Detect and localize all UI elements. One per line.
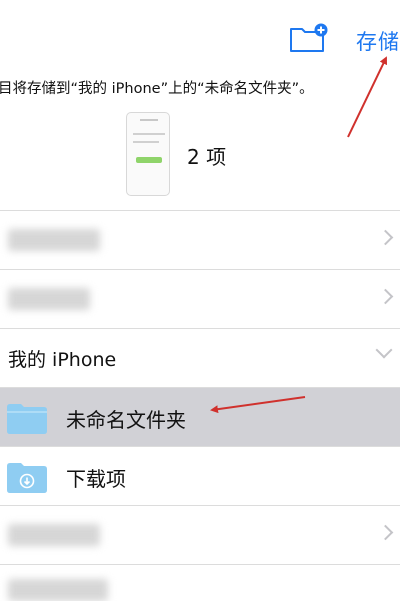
downloads-folder-icon	[7, 463, 47, 493]
chevron-right-icon	[377, 524, 394, 541]
location-row-blurred-3[interactable]	[0, 506, 400, 564]
folder-label: 未命名文件夹	[66, 408, 186, 432]
folder-row-downloads[interactable]: 下载项	[0, 447, 400, 505]
save-header: 存储 目将存储到“我的 iPhone”上的“未命名文件夹”。 2 项	[0, 0, 400, 210]
chevron-right-icon	[377, 288, 394, 305]
location-row-blurred-1[interactable]	[0, 211, 400, 269]
chevron-down-icon	[375, 341, 393, 359]
blurred-label	[8, 288, 90, 310]
location-row-my-iphone[interactable]: 我的 iPhone	[0, 329, 400, 387]
location-label: 我的 iPhone	[8, 349, 117, 371]
folder-icon	[7, 404, 47, 434]
item-count: 2 项	[187, 145, 227, 169]
chevron-right-icon	[377, 229, 394, 246]
new-folder-icon[interactable]	[289, 23, 329, 53]
document-thumbnail	[126, 112, 170, 196]
blurred-label	[8, 229, 100, 251]
location-row-blurred-4[interactable]	[0, 565, 400, 601]
save-destination-text: 目将存储到“我的 iPhone”上的“未命名文件夹”。	[0, 81, 314, 97]
location-row-blurred-2[interactable]	[0, 270, 400, 328]
folder-row-unnamed[interactable]: 未命名文件夹	[0, 388, 400, 446]
save-button[interactable]: 存储	[356, 26, 400, 56]
blurred-label	[8, 524, 100, 546]
blurred-label	[8, 579, 108, 601]
folder-label: 下载项	[66, 467, 126, 491]
